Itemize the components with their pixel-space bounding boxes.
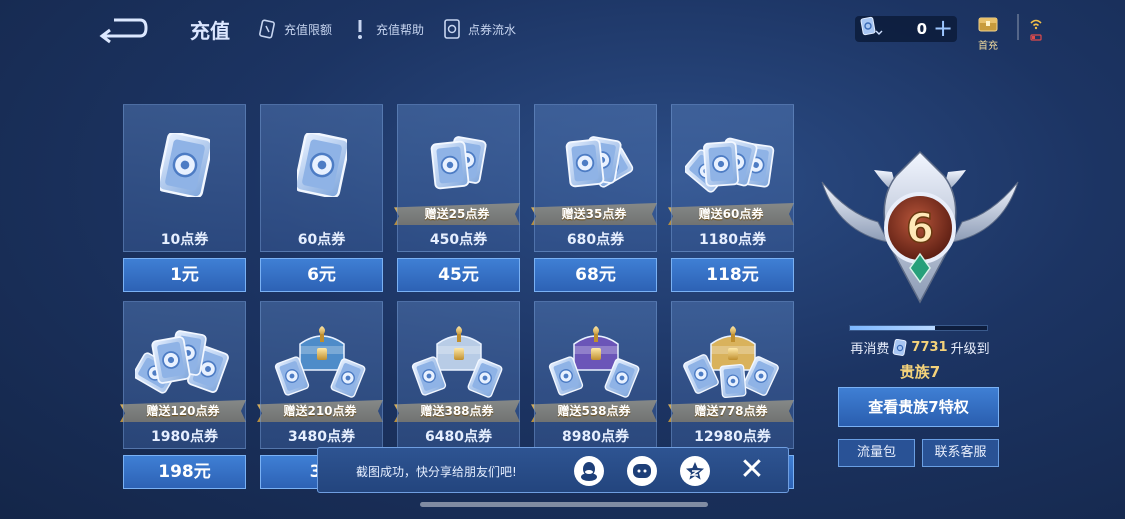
- divider: [1017, 14, 1019, 40]
- home-indicator[interactable]: [420, 502, 708, 507]
- back-arrow-icon: [99, 18, 148, 44]
- bonus-ribbon: 赠送388点券: [394, 400, 520, 422]
- pack-points: 1180点券: [699, 232, 766, 248]
- bonus-ribbon: 赠送25点券: [394, 203, 520, 225]
- bonus-ribbon: 赠送35点券: [531, 203, 657, 225]
- coupon-card-art: [124, 115, 245, 215]
- vip-progress-bar: [849, 325, 988, 331]
- price-button-45[interactable]: 45元: [397, 258, 520, 292]
- treasure-chest-art: [535, 312, 656, 412]
- coupon-icon: [893, 338, 907, 356]
- coupon-pack-6480[interactable]: 赠送388点券 6480点券: [397, 301, 520, 449]
- pack-points: 3480点券: [288, 429, 355, 445]
- bonus-ribbon: 赠送120点券: [120, 400, 246, 422]
- pack-points: 680点券: [566, 232, 625, 248]
- coupon-pack-680[interactable]: 赠送35点券 680点券: [534, 104, 657, 252]
- coupon-pack-10[interactable]: 10点券: [123, 104, 246, 252]
- recharge-help-label: 充值帮助: [376, 22, 425, 37]
- treasure-chest-art: [398, 312, 519, 412]
- view-vip-privileges-button[interactable]: 查看贵族7特权: [838, 387, 999, 427]
- price-button-1[interactable]: 1元: [123, 258, 246, 292]
- contact-support-button[interactable]: 联系客服: [922, 439, 999, 467]
- pack-points: 450点券: [429, 232, 488, 248]
- vip-upgrade-hint: 再消费 7731 升级到: [830, 338, 1010, 357]
- bonus-ribbon: 赠送538点券: [531, 400, 657, 422]
- qq-icon[interactable]: [574, 456, 604, 486]
- recharge-help-link[interactable]: 充值帮助: [350, 18, 424, 40]
- coupon-flow-label: 点券流水: [468, 22, 517, 37]
- balance-amount: 0: [916, 20, 927, 38]
- spend-prefix: 再消费: [850, 342, 890, 357]
- first-charge-label: 首充: [978, 41, 998, 52]
- bonus-ribbon: 赠送210点券: [257, 400, 383, 422]
- vip-level-badge: 6: [818, 142, 1022, 310]
- spend-suffix: 升级到: [950, 342, 990, 357]
- price-button-118[interactable]: 118元: [671, 258, 794, 292]
- vip-progress-fill: [850, 326, 935, 330]
- vip-level-number: 6: [906, 206, 934, 252]
- exclamation-icon: [350, 18, 370, 40]
- card-icon: [258, 18, 278, 40]
- coupon-pack-1980[interactable]: 赠送120点券 1980点券: [123, 301, 246, 449]
- price-button-68[interactable]: 68元: [534, 258, 657, 292]
- pack-points: 6480点券: [425, 429, 492, 445]
- back-button[interactable]: [96, 14, 148, 44]
- spend-amount: 7731: [911, 340, 948, 355]
- coupon-stack-art: [672, 115, 793, 215]
- pack-points: 10点券: [160, 232, 209, 248]
- data-pack-button[interactable]: 流量包: [838, 439, 915, 467]
- network-status-icon: [1028, 15, 1044, 47]
- coupon-pack-3480[interactable]: 赠送210点券 3480点券: [260, 301, 383, 449]
- coupon-pack-12980[interactable]: 赠送778点券 12980点券: [671, 301, 794, 449]
- chest-icon: [978, 17, 998, 32]
- coupon-balance: 0 +: [855, 16, 957, 42]
- recharge-limit-link[interactable]: 充值限额: [258, 18, 332, 40]
- bonus-ribbon: 赠送60点券: [668, 203, 794, 225]
- page-title: 充值: [190, 19, 230, 43]
- coupon-stack-art: [535, 115, 656, 215]
- pack-points: 12980点券: [694, 429, 771, 445]
- coupon-pack-1180[interactable]: 赠送60点券 1180点券: [671, 104, 794, 252]
- coupon-stack-art: [398, 115, 519, 215]
- next-vip-level: 贵族7: [899, 363, 941, 381]
- pack-points: 60点券: [297, 232, 346, 248]
- coupon-pack-450[interactable]: 赠送25点券 450点券: [397, 104, 520, 252]
- treasure-chest-art: [261, 312, 382, 412]
- coupon-pile-art: [124, 312, 245, 412]
- coupon-card-art: [261, 115, 382, 215]
- coupon-dropdown-icon[interactable]: [859, 16, 885, 42]
- coupon-flow-link[interactable]: 点券流水: [442, 18, 516, 40]
- bonus-ribbon: 赠送778点券: [668, 400, 794, 422]
- screenshot-share-toast: 截图成功，快分享给朋友们吧! ✕: [317, 447, 789, 493]
- price-button-6[interactable]: 6元: [260, 258, 383, 292]
- first-charge-button[interactable]: 首充: [972, 12, 1004, 52]
- toast-message: 截图成功，快分享给朋友们吧!: [356, 465, 517, 479]
- wechat-icon[interactable]: [627, 456, 657, 486]
- pack-points: 8980点券: [562, 429, 629, 445]
- pack-points: 1980点券: [151, 429, 218, 445]
- coupon-flow-icon: [442, 18, 462, 40]
- close-icon[interactable]: ✕: [738, 455, 766, 485]
- price-button-198[interactable]: 198元: [123, 455, 246, 489]
- treasure-chest-art: [672, 312, 793, 412]
- qzone-icon[interactable]: [680, 456, 710, 486]
- coupon-pack-60[interactable]: 60点券: [260, 104, 383, 252]
- recharge-limit-label: 充值限额: [284, 22, 333, 37]
- add-coupon-button[interactable]: +: [933, 16, 953, 40]
- coupon-pack-8980[interactable]: 赠送538点券 8980点券: [534, 301, 657, 449]
